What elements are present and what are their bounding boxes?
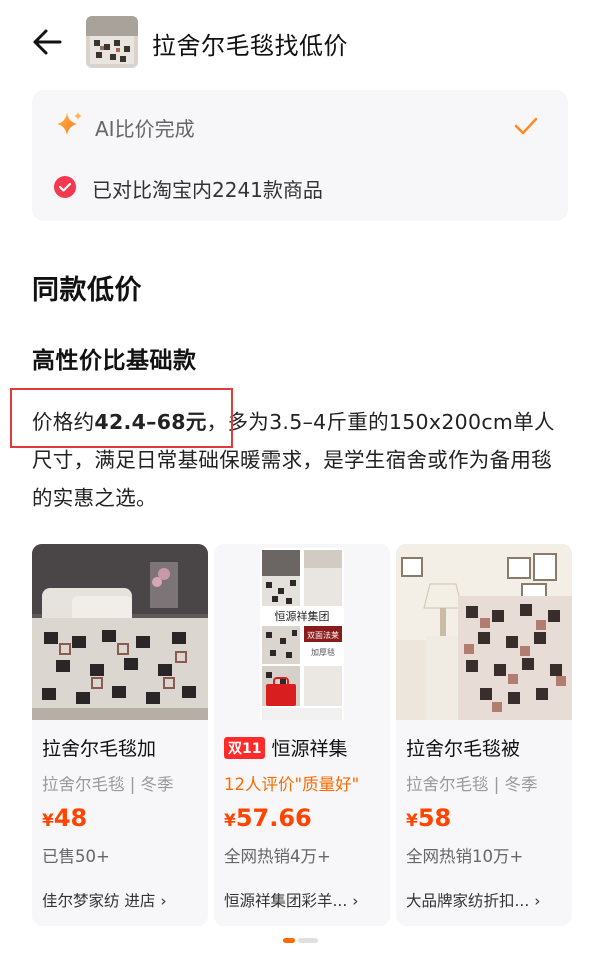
compare-count-text: 已对比淘宝内2241款商品: [92, 178, 323, 202]
product-price: ¥48: [42, 804, 87, 832]
indicator-dot-active: [283, 938, 295, 943]
product-card[interactable]: 恒源祥集团 双面法莱 加厚毯 双11 恒源祥集 12人评价"质量好" ¥57.6…: [214, 544, 390, 926]
check-icon: [514, 117, 538, 135]
section-subtitle: 高性价比基础款: [32, 348, 197, 374]
carousel-indicator: [283, 938, 319, 944]
product-title: 双11 恒源祥集: [224, 734, 386, 761]
product-card[interactable]: 拉舍尔毛毯加 拉舍尔毛毯 | 冬季 ¥48 已售50+ 佳尔梦家纺 进店 ›: [32, 544, 208, 926]
indicator-dot: [298, 938, 318, 943]
product-image: [32, 544, 208, 720]
image-label-material: 双面法莱: [307, 630, 339, 640]
product-subtitle: 拉舍尔毛毯 | 冬季: [406, 775, 538, 794]
product-card-list: 拉舍尔毛毯加 拉舍尔毛毯 | 冬季 ¥48 已售50+ 佳尔梦家纺 进店 › 恒…: [32, 544, 572, 926]
image-label-thickness: 加厚毯: [311, 647, 335, 657]
image-label-brand: 恒源祥集团: [275, 609, 330, 623]
price-value: 48: [53, 804, 88, 832]
product-title: 拉舍尔毛毯被: [406, 738, 521, 760]
sparkle-icon: [57, 112, 82, 135]
price-value: 57.66: [235, 804, 312, 832]
shop-link[interactable]: 恒源祥集团彩羊... ›: [224, 889, 384, 911]
review-highlight: 12人评价"质量好": [224, 775, 360, 794]
price-highlight-box: [10, 388, 233, 448]
currency-symbol: ¥: [42, 811, 54, 831]
double-11-badge: 双11: [224, 737, 266, 759]
product-image: 恒源祥集团 双面法莱 加厚毯: [214, 544, 390, 720]
back-arrow-icon[interactable]: [30, 27, 64, 57]
sales-count: 已售50+: [42, 847, 110, 866]
currency-symbol: ¥: [406, 811, 418, 831]
product-card[interactable]: 拉舍尔毛毯被 拉舍尔毛毯 | 冬季 ¥58 全网热销10万+ 大品牌家纺折扣..…: [396, 544, 572, 926]
sales-count: 全网热销10万+: [406, 847, 524, 866]
product-subtitle: 拉舍尔毛毯 | 冬季: [42, 775, 174, 794]
product-image: [396, 544, 572, 720]
sales-count: 全网热销4万+: [224, 847, 331, 866]
ai-status-label: AI比价完成: [95, 117, 195, 141]
product-title-text: 恒源祥集: [271, 738, 348, 760]
header-bar: 拉舍尔毛毯找低价: [0, 0, 600, 86]
ai-compare-panel: AI比价完成 已对比淘宝内2241款商品: [32, 90, 568, 221]
price-value: 58: [417, 804, 452, 832]
product-price: ¥58: [406, 804, 451, 832]
product-price: ¥57.66: [224, 804, 312, 832]
currency-symbol: ¥: [224, 811, 236, 831]
section-title: 同款低价: [32, 275, 142, 306]
product-thumbnail: [86, 16, 138, 68]
shop-link[interactable]: 大品牌家纺折扣... ›: [406, 889, 566, 911]
shop-link[interactable]: 佳尔梦家纺 进店 ›: [42, 889, 202, 911]
product-title: 拉舍尔毛毯加: [42, 738, 157, 760]
page-title: 拉舍尔毛毯找低价: [152, 32, 348, 60]
checked-circle-icon: [54, 176, 76, 198]
